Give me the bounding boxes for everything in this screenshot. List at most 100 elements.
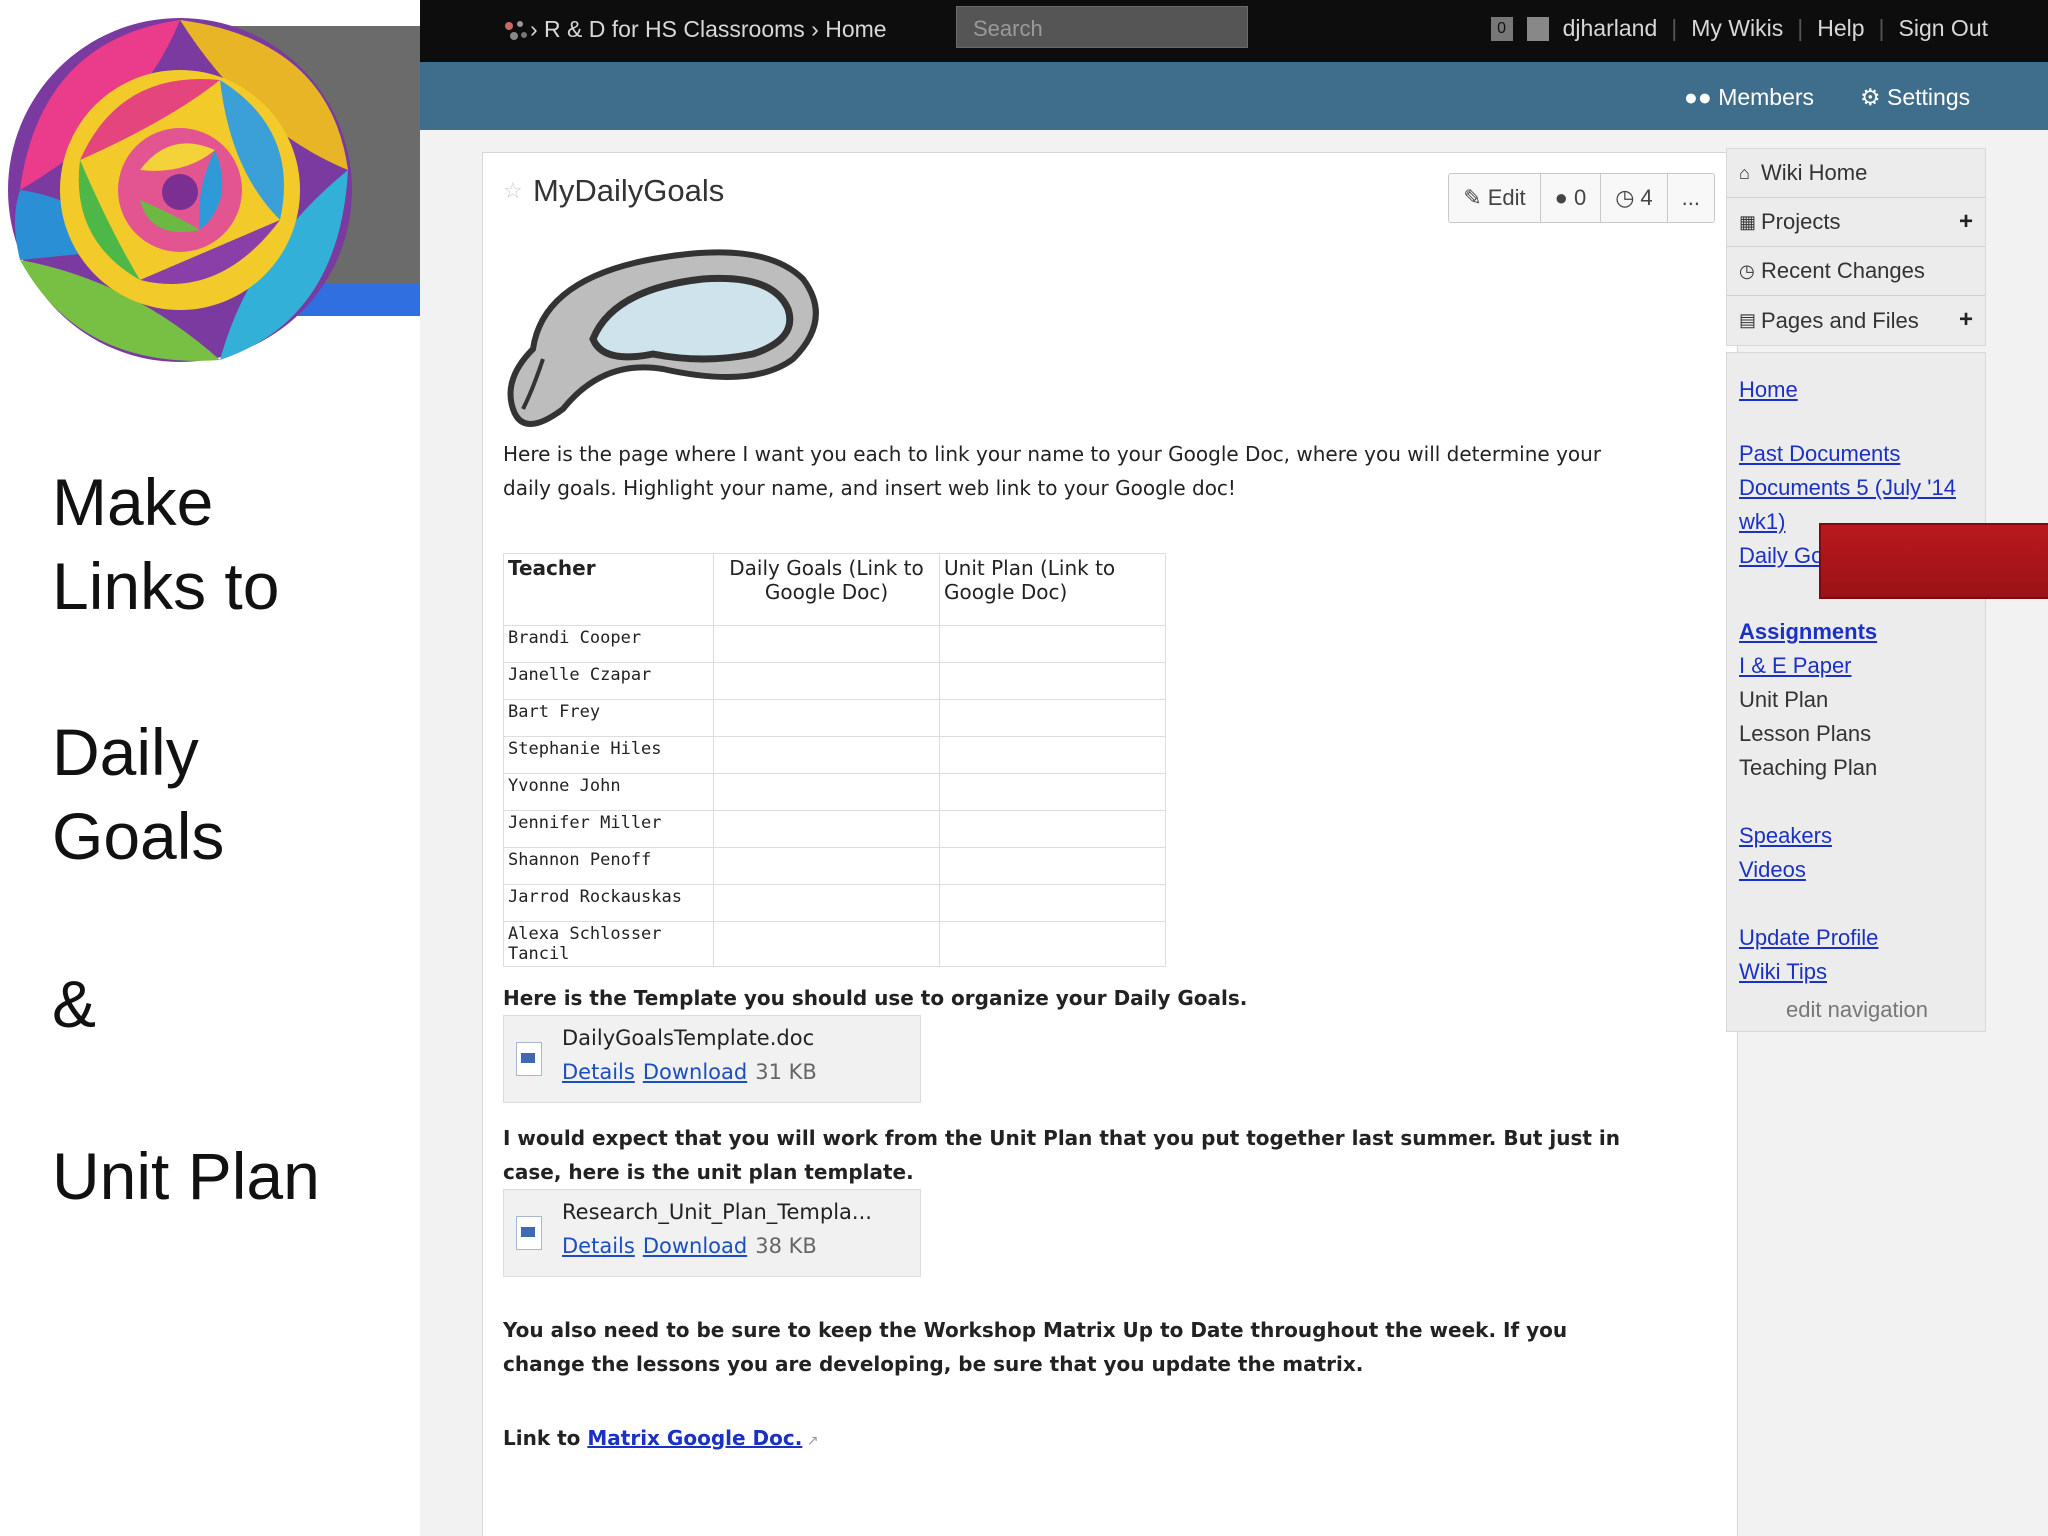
- file-attachment-daily-goals: DailyGoalsTemplate.doc Details Download 31…: [503, 1015, 921, 1103]
- members-button[interactable]: ●● Members: [1684, 84, 1814, 111]
- table-header-row: Teacher Daily Goals (Link to Google Doc)…: [503, 553, 1166, 626]
- file-size: 38 KB: [755, 1234, 817, 1258]
- edit-button[interactable]: ✎ Edit: [1449, 174, 1541, 222]
- page-title: MyDailyGoals: [533, 173, 725, 208]
- table-row: Jennifer Miller: [503, 810, 1166, 848]
- clock-icon: ◷: [1615, 185, 1635, 210]
- nav-link-wiki-tips[interactable]: Wiki Tips: [1739, 955, 1827, 989]
- comments-button[interactable]: ● 0: [1541, 174, 1602, 222]
- more-button[interactable]: ...: [1668, 174, 1714, 222]
- daily-goals-cell[interactable]: [713, 847, 940, 885]
- unit-plan-cell[interactable]: [939, 699, 1166, 737]
- members-icon: ●●: [1684, 84, 1719, 110]
- teacher-name[interactable]: Jennifer Miller: [503, 810, 714, 848]
- word-document-icon: [516, 1042, 542, 1076]
- unit-plan-cell[interactable]: [939, 736, 1166, 774]
- teacher-table: Teacher Daily Goals (Link to Google Doc)…: [503, 553, 1166, 967]
- notification-badge[interactable]: 0: [1490, 16, 1513, 41]
- add-page-button[interactable]: +: [1959, 306, 1973, 334]
- add-project-button[interactable]: +: [1959, 208, 1973, 236]
- download-link[interactable]: Download: [643, 1060, 747, 1084]
- download-link[interactable]: Download: [643, 1234, 747, 1258]
- nav-link-update-profile[interactable]: Update Profile: [1739, 921, 1878, 955]
- nav-label: Projects: [1761, 209, 1841, 234]
- daily-goals-cell[interactable]: [713, 699, 940, 737]
- template-text: Here is the Template you should use to o…: [503, 986, 1248, 1010]
- nav-link-videos[interactable]: Videos: [1739, 853, 1806, 887]
- goggles-image: [507, 249, 819, 427]
- unit-plan-cell[interactable]: [939, 847, 1166, 885]
- teacher-name[interactable]: Stephanie Hiles: [503, 736, 714, 774]
- unit-plan-cell[interactable]: [939, 662, 1166, 700]
- nav-link-ie-paper[interactable]: I & E Paper: [1739, 649, 1852, 683]
- wikispaces-logo-icon[interactable]: [502, 18, 530, 44]
- daily-goals-cell[interactable]: [713, 773, 940, 811]
- unit-plan-cell[interactable]: [939, 773, 1166, 811]
- nav-wiki-home[interactable]: ⌂ Wiki Home: [1727, 149, 1985, 198]
- column-header-daily-goals: Daily Goals (Link to Google Doc): [713, 553, 940, 626]
- nav-text-unit-plan: Unit Plan: [1739, 687, 1829, 712]
- file-links: Details Download 31 KB: [562, 1060, 817, 1084]
- daily-goals-cell[interactable]: [713, 921, 940, 967]
- matrix-google-doc-link[interactable]: Matrix Google Doc.: [587, 1426, 802, 1450]
- breadcrumb[interactable]: › R & D for HS Classrooms › Home: [530, 16, 887, 43]
- teacher-name[interactable]: Jarrod Rockauskas: [503, 884, 714, 922]
- teacher-name[interactable]: Janelle Czapar: [503, 662, 714, 700]
- details-link[interactable]: Details: [562, 1234, 635, 1258]
- search-input[interactable]: Search: [956, 6, 1248, 48]
- username-link[interactable]: djharland: [1563, 15, 1658, 42]
- unit-plan-cell[interactable]: [939, 625, 1166, 663]
- table-row: Janelle Czapar: [503, 662, 1166, 700]
- slide-text-daily: Daily: [52, 715, 199, 789]
- daily-goals-cell[interactable]: [713, 810, 940, 848]
- word-document-icon: [516, 1216, 542, 1250]
- teacher-name[interactable]: Brandi Cooper: [503, 625, 714, 663]
- file-name: Research_Unit_Plan_Templa...: [562, 1200, 872, 1224]
- nav-recent-changes[interactable]: ◷ Recent Changes: [1727, 247, 1985, 296]
- history-button[interactable]: ◷ 4: [1601, 174, 1668, 222]
- teacher-name[interactable]: Bart Frey: [503, 699, 714, 737]
- teacher-name[interactable]: Shannon Penoff: [503, 847, 714, 885]
- teacher-name[interactable]: Alexa Schlosser Tancil: [503, 921, 714, 967]
- edit-label: Edit: [1487, 185, 1526, 210]
- unit-plan-cell[interactable]: [939, 810, 1166, 848]
- slide-text-goals: Goals: [52, 799, 225, 873]
- unit-plan-cell[interactable]: [939, 884, 1166, 922]
- separator: |: [1878, 15, 1885, 41]
- intro-paragraph: Here is the page where I want you each t…: [503, 442, 1602, 500]
- teacher-name[interactable]: Yvonne John: [503, 773, 714, 811]
- file-size: 31 KB: [755, 1060, 817, 1084]
- table-row: Bart Frey: [503, 699, 1166, 737]
- more-label: ...: [1681, 185, 1700, 210]
- rose-image-area: [0, 0, 420, 380]
- help-link[interactable]: Help: [1817, 15, 1864, 42]
- slide-text-ampersand: &: [52, 967, 97, 1041]
- unit-plan-cell[interactable]: [939, 921, 1166, 967]
- nav-pages-and-files[interactable]: ▤ Pages and Files +: [1727, 296, 1985, 345]
- matrix-link-line: Link to Matrix Google Doc. ↗: [503, 1421, 1653, 1458]
- slide-text-unit-plan: Unit Plan: [52, 1139, 320, 1213]
- daily-goals-cell[interactable]: [713, 736, 940, 774]
- nav-link-home[interactable]: Home: [1739, 373, 1798, 407]
- nav-link-wk1[interactable]: wk1): [1739, 505, 1785, 539]
- user-avatar-icon[interactable]: [1526, 16, 1549, 41]
- nav-link-speakers[interactable]: Speakers: [1739, 819, 1832, 853]
- nav-projects[interactable]: ▦ Projects +: [1727, 198, 1985, 247]
- wiki-screenshot: › R & D for HS Classrooms › Home Search …: [420, 0, 2048, 1536]
- daily-goals-cell[interactable]: [713, 662, 940, 700]
- daily-goals-cell[interactable]: [713, 884, 940, 922]
- page-actions: ✎ Edit ● 0 ◷ 4 ...: [1448, 173, 1715, 223]
- details-link[interactable]: Details: [562, 1060, 635, 1084]
- clock-icon: ◷: [1739, 260, 1755, 281]
- daily-goals-cell[interactable]: [713, 625, 940, 663]
- presentation-slide: Make Links to Daily Goals & Unit Plan › …: [0, 0, 2048, 1536]
- sign-out-link[interactable]: Sign Out: [1899, 15, 1989, 42]
- nav-link-past-documents[interactable]: Past Documents: [1739, 437, 1900, 471]
- file-links: Details Download 38 KB: [562, 1234, 817, 1258]
- my-wikis-link[interactable]: My Wikis: [1691, 15, 1783, 42]
- star-icon[interactable]: ☆: [503, 179, 523, 204]
- matrix-text: You also need to be sure to keep the Wor…: [503, 1318, 1568, 1376]
- settings-button[interactable]: ⚙ Settings: [1860, 84, 1970, 111]
- edit-navigation-link[interactable]: edit navigation: [1727, 993, 1987, 1027]
- nav-label: Recent Changes: [1761, 258, 1925, 283]
